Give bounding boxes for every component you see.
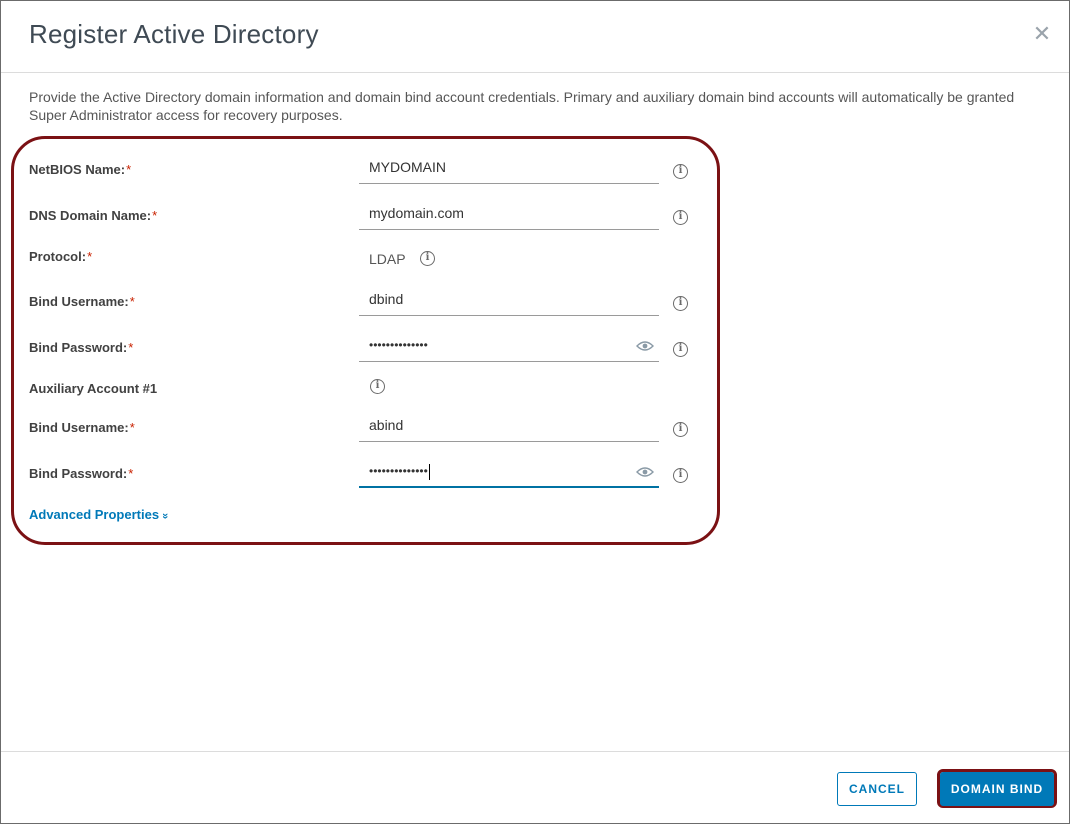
netbios-label: NetBIOS Name:* — [29, 162, 131, 177]
required-asterisk: * — [129, 294, 135, 309]
aux-password-label-text: Bind Password: — [29, 466, 128, 481]
netbios-value: MYDOMAIN — [369, 159, 446, 175]
text-caret — [428, 464, 430, 480]
bind-username-value: dbind — [369, 291, 404, 307]
required-asterisk: * — [152, 208, 158, 223]
aux-password-input[interactable]: •••••••••••••• — [359, 458, 659, 488]
dns-label-text: DNS Domain Name: — [29, 208, 152, 223]
advanced-properties-link[interactable]: Advanced Properties» — [29, 507, 172, 522]
aux-username-value: abind — [369, 417, 404, 433]
bind-password-input[interactable]: •••••••••••••• — [359, 332, 659, 362]
aux-password-masked: •••••••••••••• — [369, 464, 430, 480]
dns-value: mydomain.com — [369, 205, 464, 221]
bind-username-input[interactable]: dbind — [359, 286, 659, 316]
info-icon[interactable]: i — [673, 164, 688, 179]
info-icon[interactable]: i — [673, 422, 688, 437]
protocol-value: LDAP — [369, 251, 406, 267]
eye-icon[interactable] — [636, 466, 654, 478]
domain-bind-button[interactable]: DOMAIN BIND — [940, 772, 1054, 806]
info-icon[interactable]: i — [370, 379, 385, 394]
chevron-down-icon: » — [159, 512, 172, 520]
required-asterisk: * — [129, 420, 135, 435]
required-asterisk: * — [128, 340, 134, 355]
aux-password-label: Bind Password:* — [29, 466, 133, 481]
dialog-title: Register Active Directory — [29, 19, 319, 49]
close-icon[interactable]: ✕ — [1031, 23, 1053, 45]
bind-password-label: Bind Password:* — [29, 340, 133, 355]
bind-username-label-text: Bind Username: — [29, 294, 129, 309]
netbios-label-text: NetBIOS Name: — [29, 162, 126, 177]
aux-password-dots: •••••••••••••• — [369, 464, 428, 479]
dialog-header: Register Active Directory ✕ — [1, 1, 1069, 73]
advanced-properties-text: Advanced Properties — [29, 507, 160, 522]
aux-account-label: Auxiliary Account #1 — [29, 381, 158, 396]
register-ad-dialog: Register Active Directory ✕ Provide the … — [0, 0, 1070, 824]
bind-password-masked: •••••••••••••• — [369, 338, 428, 352]
info-icon[interactable]: i — [673, 342, 688, 357]
required-asterisk: * — [87, 249, 93, 264]
dns-label: DNS Domain Name:* — [29, 208, 157, 223]
info-icon[interactable]: i — [673, 210, 688, 225]
cancel-button[interactable]: CANCEL — [837, 772, 917, 806]
required-asterisk: * — [128, 466, 134, 481]
bind-username-label: Bind Username:* — [29, 294, 135, 309]
info-icon[interactable]: i — [420, 251, 435, 266]
netbios-input[interactable]: MYDOMAIN — [359, 154, 659, 184]
aux-username-input[interactable]: abind — [359, 412, 659, 442]
aux-username-label-text: Bind Username: — [29, 420, 129, 435]
protocol-label-text: Protocol: — [29, 249, 87, 264]
protocol-label: Protocol:* — [29, 249, 92, 264]
dns-input[interactable]: mydomain.com — [359, 200, 659, 230]
required-asterisk: * — [126, 162, 132, 177]
bind-password-label-text: Bind Password: — [29, 340, 128, 355]
eye-icon[interactable] — [636, 340, 654, 352]
aux-username-label: Bind Username:* — [29, 420, 135, 435]
info-icon[interactable]: i — [673, 296, 688, 311]
dialog-description: Provide the Active Directory domain info… — [29, 89, 1015, 123]
info-icon[interactable]: i — [673, 468, 688, 483]
